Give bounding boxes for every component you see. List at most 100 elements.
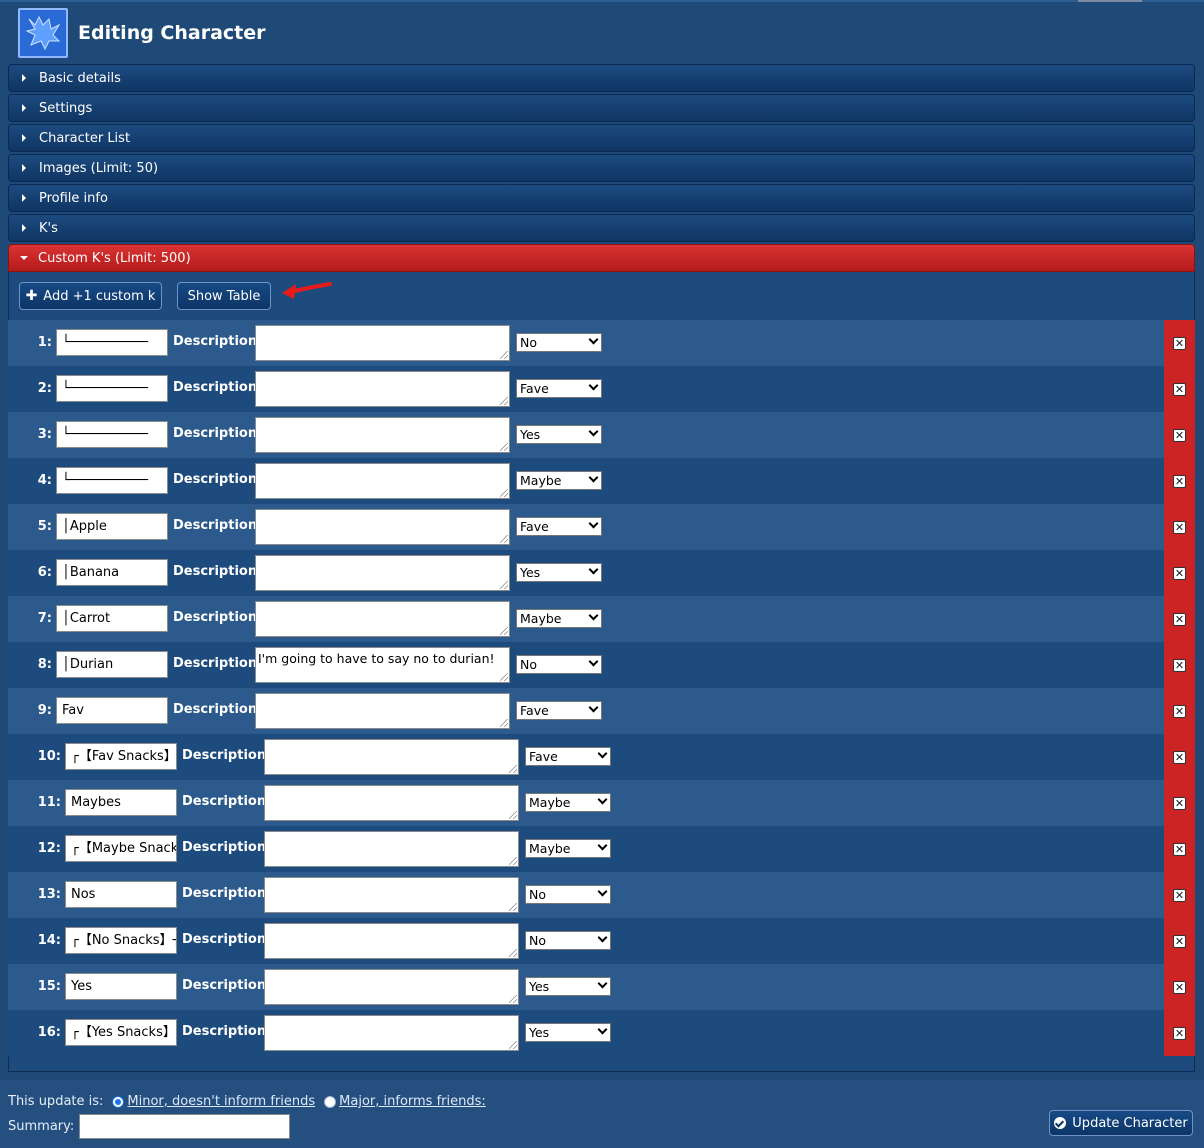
section-images[interactable]: Images (Limit: 50) <box>8 154 1195 182</box>
resize-grip-icon[interactable] <box>500 397 508 405</box>
k-name-input[interactable]: │Carrot <box>56 605 168 632</box>
add-custom-k-button[interactable]: ✚ Add +1 custom k <box>19 282 162 310</box>
k-option-select[interactable]: Fave <box>516 379 602 398</box>
minor-update-label[interactable]: Minor, doesn't inform friends <box>127 1094 315 1109</box>
k-option-select[interactable]: Maybe <box>525 839 611 858</box>
k-option-select[interactable]: Yes <box>525 1023 611 1042</box>
resize-grip-icon[interactable] <box>509 811 517 819</box>
description-textarea[interactable] <box>255 325 510 361</box>
delete-row-button[interactable]: ✕ <box>1164 642 1195 688</box>
k-option-select[interactable]: Fave <box>516 701 602 720</box>
k-option-select[interactable]: Fave <box>525 747 611 766</box>
delete-row-button[interactable]: ✕ <box>1164 458 1195 504</box>
description-textarea[interactable] <box>264 1015 519 1051</box>
major-update-label[interactable]: Major, informs friends: <box>339 1094 486 1109</box>
description-textarea[interactable] <box>255 417 510 453</box>
resize-grip-icon[interactable] <box>500 673 508 681</box>
delete-row-button[interactable]: ✕ <box>1164 780 1195 826</box>
resize-grip-icon[interactable] <box>509 765 517 773</box>
k-name-input[interactable]: └────────── <box>56 375 168 402</box>
close-icon: ✕ <box>1173 980 1186 994</box>
section-character-list[interactable]: Character List <box>8 124 1195 152</box>
description-textarea[interactable]: I'm going to have to say no to durian! <box>255 647 510 683</box>
k-option-select[interactable]: No <box>516 655 602 674</box>
k-name-input[interactable]: ┌【No Snacks】┐ <box>65 927 177 954</box>
k-option-select[interactable]: Yes <box>516 425 602 444</box>
major-update-radio[interactable] <box>324 1095 337 1108</box>
resize-grip-icon[interactable] <box>500 489 508 497</box>
close-icon: ✕ <box>1173 474 1186 488</box>
k-option-select[interactable]: Fave <box>516 517 602 536</box>
update-character-button[interactable]: Update Character <box>1049 1110 1193 1136</box>
resize-grip-icon[interactable] <box>509 857 517 865</box>
delete-row-button[interactable]: ✕ <box>1164 918 1195 964</box>
caret-right-icon <box>22 164 26 172</box>
k-name-input[interactable]: Nos <box>65 881 177 908</box>
k-option-select[interactable]: No <box>516 333 602 352</box>
delete-row-button[interactable]: ✕ <box>1164 320 1195 366</box>
description-textarea[interactable] <box>255 601 510 637</box>
k-name-input[interactable]: └────────── <box>56 329 168 356</box>
resize-grip-icon[interactable] <box>509 995 517 1003</box>
resize-grip-icon[interactable] <box>500 443 508 451</box>
show-table-button[interactable]: Show Table <box>177 282 271 310</box>
k-option-select[interactable]: Yes <box>525 977 611 996</box>
summary-input[interactable] <box>79 1114 291 1139</box>
k-option-select[interactable]: No <box>525 931 611 950</box>
description-textarea[interactable] <box>264 969 519 1005</box>
resize-grip-icon[interactable] <box>500 351 508 359</box>
delete-row-button[interactable]: ✕ <box>1164 366 1195 412</box>
delete-row-button[interactable]: ✕ <box>1164 412 1195 458</box>
delete-row-button[interactable]: ✕ <box>1164 504 1195 550</box>
description-textarea[interactable] <box>264 877 519 913</box>
delete-row-button[interactable]: ✕ <box>1164 964 1195 1010</box>
k-name-input[interactable]: ┌【Fav Snacks】 <box>65 743 177 770</box>
k-option-select[interactable]: Yes <box>516 563 602 582</box>
description-label: Description <box>173 656 258 671</box>
k-option-select[interactable]: Maybe <box>525 793 611 812</box>
description-textarea[interactable] <box>255 509 510 545</box>
description-textarea[interactable] <box>264 831 519 867</box>
delete-row-button[interactable]: ✕ <box>1164 596 1195 642</box>
k-name-input[interactable]: ┌【Yes Snacks】 <box>65 1019 177 1046</box>
description-textarea[interactable] <box>255 463 510 499</box>
resize-grip-icon[interactable] <box>500 581 508 589</box>
k-name-input[interactable]: ┌【Maybe Snack <box>65 835 177 862</box>
delete-row-button[interactable]: ✕ <box>1164 826 1195 872</box>
delete-row-button[interactable]: ✕ <box>1164 1010 1195 1056</box>
description-textarea[interactable] <box>264 785 519 821</box>
k-name-input[interactable]: Fav <box>56 697 168 724</box>
k-option-select[interactable]: Maybe <box>516 609 602 628</box>
minor-update-radio[interactable] <box>112 1095 125 1108</box>
resize-grip-icon[interactable] <box>509 1041 517 1049</box>
delete-row-button[interactable]: ✕ <box>1164 734 1195 780</box>
description-textarea[interactable] <box>255 371 510 407</box>
k-option-select[interactable]: No <box>525 885 611 904</box>
resize-grip-icon[interactable] <box>500 719 508 727</box>
delete-row-button[interactable]: ✕ <box>1164 688 1195 734</box>
k-name-input[interactable]: │Durian <box>56 651 168 678</box>
description-textarea[interactable] <box>255 555 510 591</box>
resize-grip-icon[interactable] <box>500 627 508 635</box>
k-option-select[interactable]: Maybe <box>516 471 602 490</box>
k-name-input[interactable]: │Apple <box>56 513 168 540</box>
description-textarea[interactable] <box>255 693 510 729</box>
chevron-down-icon <box>588 518 599 529</box>
section-basic-details[interactable]: Basic details <box>8 64 1195 92</box>
resize-grip-icon[interactable] <box>500 535 508 543</box>
k-name-input[interactable]: Yes <box>65 973 177 1000</box>
section-ks[interactable]: K's <box>8 214 1195 242</box>
resize-grip-icon[interactable] <box>509 903 517 911</box>
section-settings[interactable]: Settings <box>8 94 1195 122</box>
resize-grip-icon[interactable] <box>509 949 517 957</box>
description-textarea[interactable] <box>264 923 519 959</box>
k-name-input[interactable]: Maybes <box>65 789 177 816</box>
k-name-input[interactable]: └────────── <box>56 467 168 494</box>
section-profile-info[interactable]: Profile info <box>8 184 1195 212</box>
delete-row-button[interactable]: ✕ <box>1164 550 1195 596</box>
k-name-input[interactable]: │Banana <box>56 559 168 586</box>
delete-row-button[interactable]: ✕ <box>1164 872 1195 918</box>
k-name-input[interactable]: └────────── <box>56 421 168 448</box>
description-textarea[interactable] <box>264 739 519 775</box>
section-custom-ks[interactable]: Custom K's (Limit: 500) <box>8 244 1195 272</box>
